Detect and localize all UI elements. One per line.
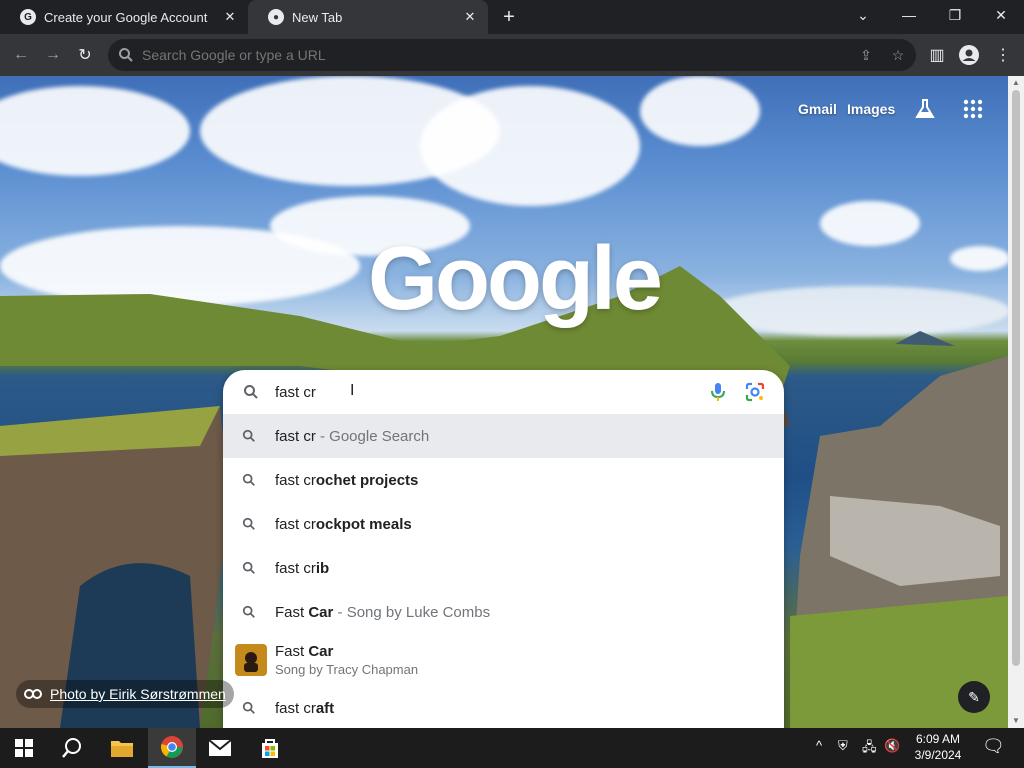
suggestion-typed: fast cr — [275, 471, 316, 489]
search-input[interactable] — [275, 370, 695, 414]
close-tab-icon[interactable]: ✕ — [222, 9, 238, 25]
store-icon[interactable] — [246, 728, 294, 768]
suggestion-typed: fast cr — [275, 699, 316, 717]
chrome-icon: ● — [268, 9, 284, 25]
new-tab-page: Gmail Images Google I — [0, 76, 1008, 728]
search-input-row: I — [223, 370, 784, 414]
volume-muted-icon[interactable]: 🔇 — [884, 738, 900, 754]
search-icon — [223, 517, 275, 531]
suggestion-completion: ib — [315, 559, 330, 577]
search-icon — [223, 605, 275, 619]
suggestion-item[interactable]: fast crockpot meals — [223, 502, 784, 546]
tab-title: Create your Google Account — [44, 9, 208, 25]
page-scrollbar[interactable]: ▲ ▼ — [1008, 76, 1024, 728]
forward-icon[interactable]: → — [40, 42, 66, 68]
suggestion-typed: fast cr — [275, 559, 316, 577]
search-box: I fast cr - Google Search fast crochet p… — [223, 370, 784, 728]
album-art-thumbnail — [235, 644, 267, 676]
clock-time: 6:09 AM — [915, 732, 961, 746]
suggestion-typed: fast cr — [275, 515, 316, 533]
close-window-button[interactable]: ✕ — [978, 0, 1024, 30]
tab-search-icon[interactable]: ⌄ — [840, 0, 886, 30]
labs-flask-icon[interactable] — [914, 98, 936, 120]
google-g-icon: G — [20, 9, 36, 25]
suggestion-item-rich[interactable]: Fast Car Song by Tracy Chapman — [223, 634, 784, 686]
address-input[interactable] — [142, 39, 822, 71]
notifications-icon[interactable]: 🗨 — [982, 736, 1005, 757]
suggestion-item[interactable]: fast craft — [223, 686, 784, 728]
search-icon — [223, 561, 275, 575]
suggestion-item[interactable]: fast crib — [223, 546, 784, 590]
suggestion-item[interactable]: fast cr - Google Search — [223, 414, 784, 458]
scroll-down-icon[interactable]: ▼ — [1008, 714, 1024, 728]
search-icon — [223, 473, 275, 487]
suggestion-subtitle: Song by Tracy Chapman — [275, 662, 419, 677]
security-shield-icon[interactable]: ⛨ — [838, 738, 848, 754]
lens-camera-icon[interactable] — [745, 382, 765, 402]
google-logo: Google — [368, 229, 663, 329]
new-tab-button[interactable]: + — [498, 6, 520, 28]
tab-strip: G Create your Google Account ✕ ● New Tab… — [0, 0, 1024, 34]
suggestion-item[interactable]: fast crochet projects — [223, 458, 784, 502]
tab-title: New Tab — [292, 9, 343, 25]
search-icon — [223, 429, 275, 443]
customize-pencil-icon[interactable]: ✎ — [958, 681, 990, 713]
suggestion-typed: Fast — [275, 643, 309, 660]
taskbar-search-icon[interactable] — [48, 728, 96, 768]
suggestion-detail: - Google Search — [315, 427, 430, 445]
minimize-button[interactable]: — — [886, 0, 932, 30]
images-link[interactable]: Images — [847, 101, 895, 117]
gmail-link[interactable]: Gmail — [798, 101, 837, 117]
photo-credit-link[interactable]: Photo by Eirik Sørstrømmen — [16, 680, 234, 708]
clock-date: 3/9/2024 — [914, 748, 962, 762]
search-icon — [244, 385, 258, 399]
profile-avatar[interactable] — [956, 42, 982, 68]
text-cursor-icon: I — [350, 382, 355, 399]
tab-new-tab[interactable]: ● New Tab ✕ — [248, 0, 488, 34]
close-tab-icon[interactable]: ✕ — [462, 9, 478, 25]
chrome-taskbar-icon[interactable] — [148, 728, 196, 768]
tab-create-account[interactable]: G Create your Google Account ✕ — [0, 0, 248, 34]
browser-toolbar: ← → ↻ ⇪ ☆ ▥ ⋮ — [0, 34, 1024, 76]
suggestion-completion: ochet projects — [315, 471, 419, 489]
link-icon — [24, 689, 42, 699]
share-icon[interactable]: ⇪ — [856, 45, 876, 65]
cloud-decoration — [420, 86, 640, 206]
windows-taskbar: ^ ⛨ 🖧 🔇 6:09 AM 3/9/2024 🗨 — [0, 728, 1024, 768]
reload-icon[interactable]: ↻ — [72, 42, 98, 68]
menu-kebab-icon[interactable]: ⋮ — [990, 42, 1016, 68]
suggestion-typed: Fast — [275, 603, 309, 621]
show-hidden-icons-chevron[interactable]: ^ — [816, 738, 822, 753]
mail-icon[interactable] — [196, 728, 244, 768]
cloud-decoration — [0, 86, 190, 176]
voice-search-icon[interactable] — [710, 382, 726, 402]
suggestion-completion: Car — [308, 643, 334, 660]
suggestion-typed: fast cr — [275, 427, 316, 445]
side-panel-icon[interactable]: ▥ — [924, 42, 950, 68]
file-explorer-icon[interactable] — [98, 728, 146, 768]
scrollbar-thumb[interactable] — [1012, 90, 1020, 666]
suggestion-completion: Car — [308, 603, 334, 621]
cloud-decoration — [820, 201, 920, 246]
system-clock[interactable]: 6:09 AM 3/9/2024 — [910, 731, 966, 763]
omnibox[interactable]: ⇪ ☆ — [108, 39, 916, 71]
restore-button[interactable]: ❐ — [932, 0, 978, 30]
back-icon[interactable]: ← — [8, 42, 34, 68]
search-icon — [223, 701, 275, 715]
suggestion-detail: - Song by Luke Combs — [333, 603, 491, 621]
bookmark-star-icon[interactable]: ☆ — [888, 45, 908, 65]
network-icon[interactable]: 🖧 — [862, 738, 877, 760]
start-windows-icon[interactable] — [0, 728, 48, 768]
suggestion-completion: aft — [315, 699, 335, 717]
suggestion-completion: ockpot meals — [315, 515, 412, 533]
search-icon — [119, 48, 133, 62]
scroll-up-icon[interactable]: ▲ — [1008, 76, 1024, 90]
photo-credit-text: Photo by Eirik Sørstrømmen — [50, 686, 226, 702]
apps-grid-icon[interactable] — [962, 98, 984, 120]
suggestion-item[interactable]: Fast Car - Song by Luke Combs — [223, 590, 784, 634]
cloud-decoration — [640, 76, 760, 146]
